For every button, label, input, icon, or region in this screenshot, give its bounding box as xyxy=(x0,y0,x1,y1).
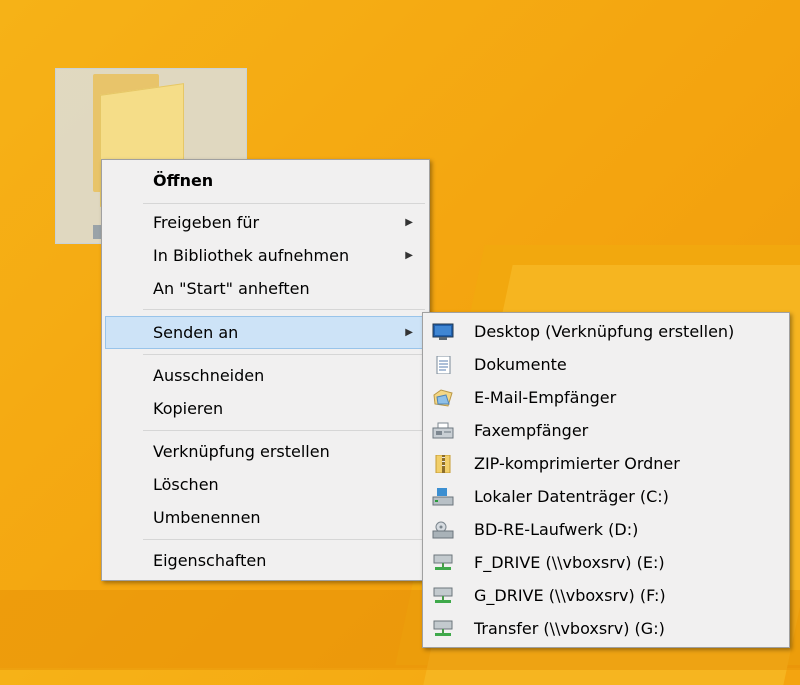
menu-item-label: An "Start" anheften xyxy=(153,279,310,298)
mail-recipient-icon xyxy=(433,389,453,407)
send-to-mail-recipient[interactable]: E-Mail-Empfänger xyxy=(426,382,786,414)
fax-icon xyxy=(432,422,454,439)
send-to-desktop[interactable]: Desktop (Verknüpfung erstellen) xyxy=(426,316,786,348)
desktop-icon xyxy=(432,323,454,340)
menu-separator xyxy=(143,539,425,540)
send-to-fax-recipient[interactable]: Faxempfänger xyxy=(426,415,786,447)
menu-item-label: ZIP-komprimierter Ordner xyxy=(474,454,680,473)
menu-item-add-to-library[interactable]: In Bibliothek aufnehmen ▶ xyxy=(106,241,425,271)
send-to-submenu: Desktop (Verknüpfung erstellen) Dokument… xyxy=(422,312,790,648)
send-to-g-drive[interactable]: G_DRIVE (\\vboxsrv) (F:) xyxy=(426,580,786,612)
menu-item-create-shortcut[interactable]: Verknüpfung erstellen xyxy=(106,437,425,467)
menu-item-send-to[interactable]: Senden an ▶ xyxy=(105,316,426,349)
send-to-local-disk-c[interactable]: Lokaler Datenträger (C:) xyxy=(426,481,786,513)
network-drive-icon xyxy=(433,554,453,570)
menu-item-rename[interactable]: Umbenennen xyxy=(106,503,425,533)
menu-item-label: Öffnen xyxy=(153,171,214,190)
menu-item-label: Freigeben für xyxy=(153,213,260,232)
menu-item-label: BD-RE-Laufwerk (D:) xyxy=(474,520,639,539)
menu-item-label: G_DRIVE (\\vboxsrv) (F:) xyxy=(474,586,666,605)
menu-item-label: Dokumente xyxy=(474,355,567,374)
menu-separator xyxy=(143,354,425,355)
bd-drive-icon xyxy=(432,521,454,539)
menu-item-cut[interactable]: Ausschneiden xyxy=(106,361,425,391)
submenu-arrow-icon: ▶ xyxy=(405,327,413,338)
zip-folder-icon xyxy=(435,455,451,473)
send-to-transfer[interactable]: Transfer (\\vboxsrv) (G:) xyxy=(426,613,786,645)
menu-item-properties[interactable]: Eigenschaften xyxy=(106,546,425,576)
menu-item-label: Transfer (\\vboxsrv) (G:) xyxy=(474,619,665,638)
menu-separator xyxy=(143,203,425,204)
network-drive-icon xyxy=(433,620,453,636)
menu-item-label: Umbenennen xyxy=(153,508,261,527)
menu-item-pin-to-start[interactable]: An "Start" anheften xyxy=(106,274,425,304)
menu-item-share-with[interactable]: Freigeben für ▶ xyxy=(106,208,425,238)
send-to-f-drive[interactable]: F_DRIVE (\\vboxsrv) (E:) xyxy=(426,547,786,579)
menu-item-copy[interactable]: Kopieren xyxy=(106,394,425,424)
context-menu: Öffnen Freigeben für ▶ In Bibliothek auf… xyxy=(101,159,430,581)
local-disk-icon xyxy=(432,488,454,506)
menu-item-label: Eigenschaften xyxy=(153,551,267,570)
send-to-documents[interactable]: Dokumente xyxy=(426,349,786,381)
send-to-bd-drive[interactable]: BD-RE-Laufwerk (D:) xyxy=(426,514,786,546)
menu-separator xyxy=(143,430,425,431)
menu-item-label: Desktop (Verknüpfung erstellen) xyxy=(474,322,735,341)
send-to-zip-folder[interactable]: ZIP-komprimierter Ordner xyxy=(426,448,786,480)
menu-item-label: F_DRIVE (\\vboxsrv) (E:) xyxy=(474,553,665,572)
menu-item-label: Faxempfänger xyxy=(474,421,589,440)
menu-item-label: Löschen xyxy=(153,475,219,494)
submenu-arrow-icon: ▶ xyxy=(405,250,413,261)
menu-item-label: Kopieren xyxy=(153,399,224,418)
menu-item-label: Lokaler Datenträger (C:) xyxy=(474,487,669,506)
document-icon xyxy=(436,356,451,374)
network-drive-icon xyxy=(433,587,453,603)
menu-item-label: E-Mail-Empfänger xyxy=(474,388,617,407)
menu-item-open[interactable]: Öffnen xyxy=(106,166,425,196)
menu-item-delete[interactable]: Löschen xyxy=(106,470,425,500)
submenu-arrow-icon: ▶ xyxy=(405,217,413,228)
menu-item-label: Senden an xyxy=(153,323,239,342)
menu-separator xyxy=(143,309,425,310)
menu-item-label: In Bibliothek aufnehmen xyxy=(153,246,350,265)
menu-item-label: Ausschneiden xyxy=(153,366,265,385)
menu-item-label: Verknüpfung erstellen xyxy=(153,442,330,461)
